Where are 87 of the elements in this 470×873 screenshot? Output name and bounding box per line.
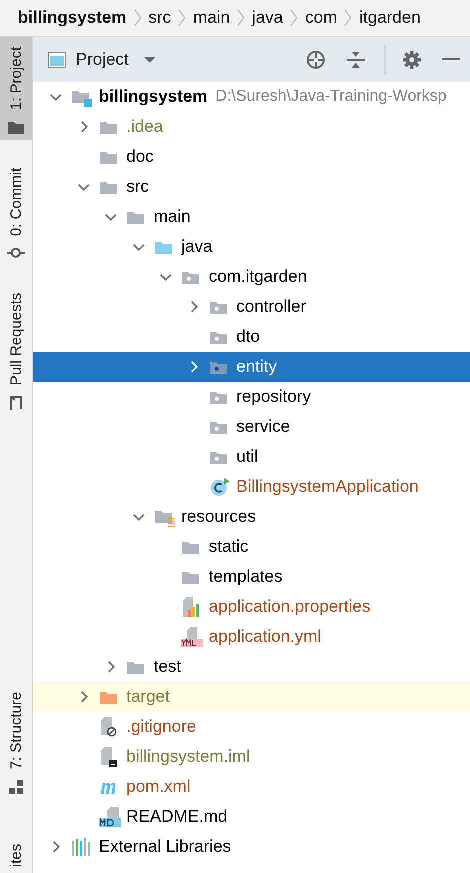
libraries-icon (71, 838, 93, 856)
tree-row[interactable]: entity (33, 352, 470, 382)
module-file-icon (98, 747, 118, 767)
item-path: D:\Suresh\Java-Training-Worksp (216, 87, 447, 107)
item-label: billingsystem (99, 86, 208, 108)
class-icon (208, 477, 230, 497)
ignore-file-icon (98, 717, 118, 737)
tree-row[interactable]: util (33, 442, 470, 472)
locate-icon[interactable] (306, 50, 326, 70)
tree-row[interactable]: README.md (33, 802, 470, 832)
item-label: application.properties (209, 596, 371, 618)
panel-title[interactable]: Project (76, 46, 129, 72)
settings-icon[interactable] (402, 50, 422, 70)
breadcrumb[interactable]: billingsystem (18, 5, 127, 31)
item-label: controller (236, 296, 306, 318)
tree-row[interactable]: billingsystem.iml (33, 742, 470, 772)
tree-row[interactable]: src (33, 172, 470, 202)
item-label: static (209, 536, 249, 558)
item-label: repository (236, 386, 312, 408)
item-label: dto (236, 326, 260, 348)
breadcrumb[interactable]: src (148, 5, 172, 31)
item-label: templates (209, 566, 283, 588)
tool-window-tab[interactable]: Pull Requests (0, 282, 32, 418)
item-label: External Libraries (99, 836, 232, 858)
pull-request-icon (9, 395, 23, 412)
tool-window-tab[interactable]: ites (0, 844, 32, 871)
collapse-all-icon[interactable] (346, 50, 366, 70)
tree-row[interactable]: service (33, 412, 470, 442)
item-label: doc (126, 146, 154, 168)
item-label: entity (236, 356, 278, 378)
tree-row[interactable]: target (33, 682, 470, 712)
tree-row[interactable]: External Libraries (33, 832, 470, 862)
item-label: .idea (126, 116, 164, 138)
item-label: main (154, 206, 191, 228)
chevron-right-icon (176, 7, 188, 29)
tool-window-tab[interactable]: 0: Commit (0, 158, 32, 265)
chevron-right-icon (288, 7, 300, 29)
item-label: com.itgarden (209, 266, 308, 288)
tree-row[interactable]: billingsystem D:\Suresh\Java-Training-Worksp (33, 82, 470, 112)
item-label: pom.xml (126, 776, 191, 798)
tool-window-tab[interactable]: 1: Project (0, 37, 32, 140)
item-label: test (154, 656, 182, 678)
dropdown-icon[interactable] (142, 56, 157, 64)
item-label: README.md (126, 806, 228, 828)
item-label: service (236, 416, 290, 438)
tree-row[interactable]: .gitignore (33, 712, 470, 742)
tree-row[interactable]: com.itgarden (33, 262, 470, 292)
tree-row[interactable]: doc (33, 142, 470, 172)
chevron-right-icon (235, 7, 248, 29)
tree-row[interactable]: pom.xml (33, 772, 470, 802)
item-label: target (126, 686, 170, 708)
item-label: billingsystem.iml (126, 746, 250, 768)
breadcrumb[interactable]: com (305, 5, 338, 31)
item-label: .gitignore (126, 716, 196, 738)
tree-row[interactable]: java (33, 232, 470, 262)
minimize-icon[interactable] (442, 58, 460, 62)
commit-icon (7, 246, 25, 259)
tree-row[interactable]: resources (33, 502, 470, 532)
tree-row[interactable]: repository (33, 382, 470, 412)
breadcrumb[interactable]: main (193, 5, 230, 31)
tree-row[interactable]: application.properties (33, 592, 470, 622)
item-label: application.yml (209, 626, 322, 648)
tree-row[interactable]: controller (33, 292, 470, 322)
item-label: BillingsystemApplication (236, 476, 419, 498)
yml-file-icon (181, 627, 203, 647)
tree-row[interactable]: templates (33, 562, 470, 592)
tree-row[interactable]: application.yml (33, 622, 470, 652)
chevron-right-icon (132, 7, 144, 29)
item-label: src (126, 176, 150, 198)
breadcrumb[interactable]: itgarden (359, 5, 421, 31)
tree-row[interactable]: static (33, 532, 470, 562)
tree-row[interactable]: BillingsystemApplication (33, 472, 470, 502)
tree-row[interactable]: .idea (33, 112, 470, 142)
item-label: resources (182, 506, 256, 528)
tool-window-tab[interactable]: 7: Structure (0, 692, 32, 798)
properties-file-icon (181, 597, 201, 617)
markdown-file-icon (98, 807, 120, 827)
chevron-right-icon (342, 7, 354, 29)
folder-icon (8, 120, 24, 134)
window-icon (48, 52, 66, 68)
tree-row[interactable]: dto (33, 322, 470, 352)
item-label: java (182, 236, 213, 258)
breadcrumb[interactable]: java (252, 5, 284, 31)
tree-row[interactable]: main (33, 202, 470, 232)
item-label: util (236, 446, 258, 468)
tree-row[interactable]: test (33, 652, 470, 682)
structure-icon (9, 780, 23, 794)
